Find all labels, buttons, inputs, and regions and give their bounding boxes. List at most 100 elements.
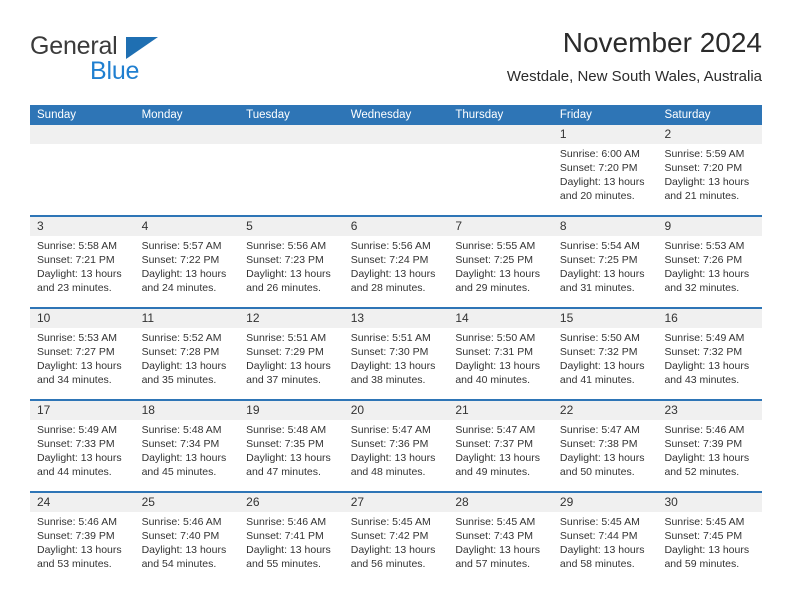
day-cell[interactable]: Sunrise: 5:51 AM Sunset: 7:29 PM Dayligh… <box>239 328 344 399</box>
daylight-text-line2: and 44 minutes. <box>37 466 112 478</box>
day-cell[interactable]: Sunrise: 5:46 AM Sunset: 7:39 PM Dayligh… <box>30 512 135 583</box>
day-cell[interactable]: Sunrise: 5:46 AM Sunset: 7:40 PM Dayligh… <box>135 512 240 583</box>
daylight-text-line2: and 48 minutes. <box>350 466 426 478</box>
daylight-text-line1: Daylight: 13 hours <box>37 452 122 464</box>
day-number[interactable]: 13 <box>344 309 449 328</box>
day-cell[interactable]: Sunrise: 5:59 AM Sunset: 7:20 PM Dayligh… <box>657 144 762 215</box>
day-number[interactable]: 2 <box>657 125 762 144</box>
day-number[interactable]: 29 <box>553 493 658 512</box>
day-cell[interactable]: Sunrise: 5:48 AM Sunset: 7:34 PM Dayligh… <box>135 420 240 491</box>
daylight-text-line1: Daylight: 13 hours <box>246 544 331 556</box>
day-number[interactable]: 11 <box>135 309 240 328</box>
day-number[interactable] <box>448 125 553 144</box>
day-cell[interactable]: Sunrise: 5:45 AM Sunset: 7:43 PM Dayligh… <box>448 512 553 583</box>
daylight-text-line2: and 28 minutes. <box>350 282 426 294</box>
day-number[interactable]: 15 <box>553 309 658 328</box>
day-number[interactable]: 18 <box>135 401 240 420</box>
sunset-text: Sunset: 7:41 PM <box>246 530 324 542</box>
day-number[interactable]: 27 <box>344 493 449 512</box>
day-cell[interactable]: Sunrise: 5:57 AM Sunset: 7:22 PM Dayligh… <box>135 236 240 307</box>
day-number[interactable] <box>344 125 449 144</box>
day-cell[interactable]: Sunrise: 5:53 AM Sunset: 7:27 PM Dayligh… <box>30 328 135 399</box>
daylight-text-line1: Daylight: 13 hours <box>141 268 227 280</box>
daylight-text-line2: and 29 minutes. <box>455 282 531 294</box>
day-number[interactable]: 25 <box>135 493 240 512</box>
day-number[interactable]: 28 <box>448 493 553 512</box>
sunrise-text: Sunrise: 5:50 AM <box>455 332 536 344</box>
day-number[interactable]: 8 <box>553 217 658 236</box>
day-number[interactable]: 3 <box>30 217 135 236</box>
day-cell[interactable]: Sunrise: 5:49 AM Sunset: 7:32 PM Dayligh… <box>657 328 762 399</box>
daylight-text-line2: and 32 minutes. <box>664 282 740 294</box>
day-cell[interactable]: Sunrise: 5:54 AM Sunset: 7:25 PM Dayligh… <box>553 236 658 307</box>
day-cell[interactable]: Sunrise: 5:47 AM Sunset: 7:38 PM Dayligh… <box>553 420 658 491</box>
daylight-text-line2: and 41 minutes. <box>559 374 635 386</box>
week-row: 17 18 19 20 21 22 23 Sunrise: 5:49 AM Su… <box>30 399 762 491</box>
day-cell[interactable]: Sunrise: 5:56 AM Sunset: 7:24 PM Dayligh… <box>344 236 449 307</box>
day-cell[interactable]: Sunrise: 5:50 AM Sunset: 7:31 PM Dayligh… <box>448 328 553 399</box>
sunrise-text: Sunrise: 5:53 AM <box>37 332 117 344</box>
day-number[interactable]: 5 <box>239 217 344 236</box>
day-number[interactable]: 26 <box>239 493 344 512</box>
day-number[interactable] <box>239 125 344 144</box>
day-number[interactable]: 20 <box>344 401 449 420</box>
day-cell[interactable] <box>30 144 135 215</box>
day-number[interactable]: 19 <box>239 401 344 420</box>
day-cell[interactable]: Sunrise: 5:56 AM Sunset: 7:23 PM Dayligh… <box>239 236 344 307</box>
day-number[interactable]: 16 <box>657 309 762 328</box>
day-number[interactable]: 17 <box>30 401 135 420</box>
sunset-text: Sunset: 7:36 PM <box>350 438 429 450</box>
day-cell[interactable]: Sunrise: 5:46 AM Sunset: 7:39 PM Dayligh… <box>657 420 762 491</box>
sunrise-text: Sunrise: 5:46 AM <box>664 424 745 436</box>
daylight-text-line2: and 24 minutes. <box>141 282 217 294</box>
daylight-text-line2: and 37 minutes. <box>246 374 321 386</box>
daylight-text-line2: and 53 minutes. <box>37 558 112 570</box>
general-blue-logo[interactable]: General Blue <box>30 32 220 92</box>
day-cell[interactable] <box>135 144 240 215</box>
day-cell[interactable]: Sunrise: 5:46 AM Sunset: 7:41 PM Dayligh… <box>239 512 344 583</box>
day-cell[interactable]: Sunrise: 5:51 AM Sunset: 7:30 PM Dayligh… <box>344 328 449 399</box>
sunrise-text: Sunrise: 5:51 AM <box>350 332 431 344</box>
sunset-text: Sunset: 7:29 PM <box>246 346 324 358</box>
daylight-text-line2: and 47 minutes. <box>246 466 321 478</box>
day-cell[interactable]: Sunrise: 5:48 AM Sunset: 7:35 PM Dayligh… <box>239 420 344 491</box>
day-cell[interactable] <box>239 144 344 215</box>
day-cell[interactable]: Sunrise: 5:50 AM Sunset: 7:32 PM Dayligh… <box>553 328 658 399</box>
day-cell[interactable]: Sunrise: 5:49 AM Sunset: 7:33 PM Dayligh… <box>30 420 135 491</box>
day-cell[interactable] <box>344 144 449 215</box>
day-cell[interactable]: Sunrise: 5:45 AM Sunset: 7:42 PM Dayligh… <box>344 512 449 583</box>
day-number[interactable]: 4 <box>135 217 240 236</box>
sunset-text: Sunset: 7:26 PM <box>664 254 743 266</box>
day-cell[interactable]: Sunrise: 5:53 AM Sunset: 7:26 PM Dayligh… <box>657 236 762 307</box>
day-cell[interactable]: Sunrise: 5:55 AM Sunset: 7:25 PM Dayligh… <box>448 236 553 307</box>
day-number[interactable]: 6 <box>344 217 449 236</box>
daylight-text-line1: Daylight: 13 hours <box>559 268 645 280</box>
sunset-text: Sunset: 7:35 PM <box>246 438 324 450</box>
day-cell[interactable]: Sunrise: 5:45 AM Sunset: 7:44 PM Dayligh… <box>553 512 658 583</box>
day-number[interactable]: 30 <box>657 493 762 512</box>
daylight-text-line2: and 40 minutes. <box>455 374 531 386</box>
day-number[interactable]: 23 <box>657 401 762 420</box>
day-number[interactable]: 9 <box>657 217 762 236</box>
day-cell[interactable]: Sunrise: 6:00 AM Sunset: 7:20 PM Dayligh… <box>553 144 658 215</box>
day-number[interactable]: 22 <box>553 401 658 420</box>
day-number[interactable]: 24 <box>30 493 135 512</box>
weekday-header-row: Sunday Monday Tuesday Wednesday Thursday… <box>30 105 762 125</box>
day-cell[interactable] <box>448 144 553 215</box>
day-cell[interactable]: Sunrise: 5:58 AM Sunset: 7:21 PM Dayligh… <box>30 236 135 307</box>
sunset-text: Sunset: 7:32 PM <box>559 346 638 358</box>
sunrise-text: Sunrise: 5:56 AM <box>350 240 431 252</box>
day-cell[interactable]: Sunrise: 5:45 AM Sunset: 7:45 PM Dayligh… <box>657 512 762 583</box>
day-number[interactable]: 10 <box>30 309 135 328</box>
day-number[interactable]: 21 <box>448 401 553 420</box>
day-cell[interactable]: Sunrise: 5:47 AM Sunset: 7:36 PM Dayligh… <box>344 420 449 491</box>
day-number[interactable]: 12 <box>239 309 344 328</box>
day-number[interactable]: 7 <box>448 217 553 236</box>
sunset-text: Sunset: 7:33 PM <box>37 438 115 450</box>
day-number[interactable] <box>30 125 135 144</box>
day-number[interactable]: 14 <box>448 309 553 328</box>
day-cell[interactable]: Sunrise: 5:47 AM Sunset: 7:37 PM Dayligh… <box>448 420 553 491</box>
day-number[interactable] <box>135 125 240 144</box>
day-number[interactable]: 1 <box>553 125 658 144</box>
day-cell[interactable]: Sunrise: 5:52 AM Sunset: 7:28 PM Dayligh… <box>135 328 240 399</box>
